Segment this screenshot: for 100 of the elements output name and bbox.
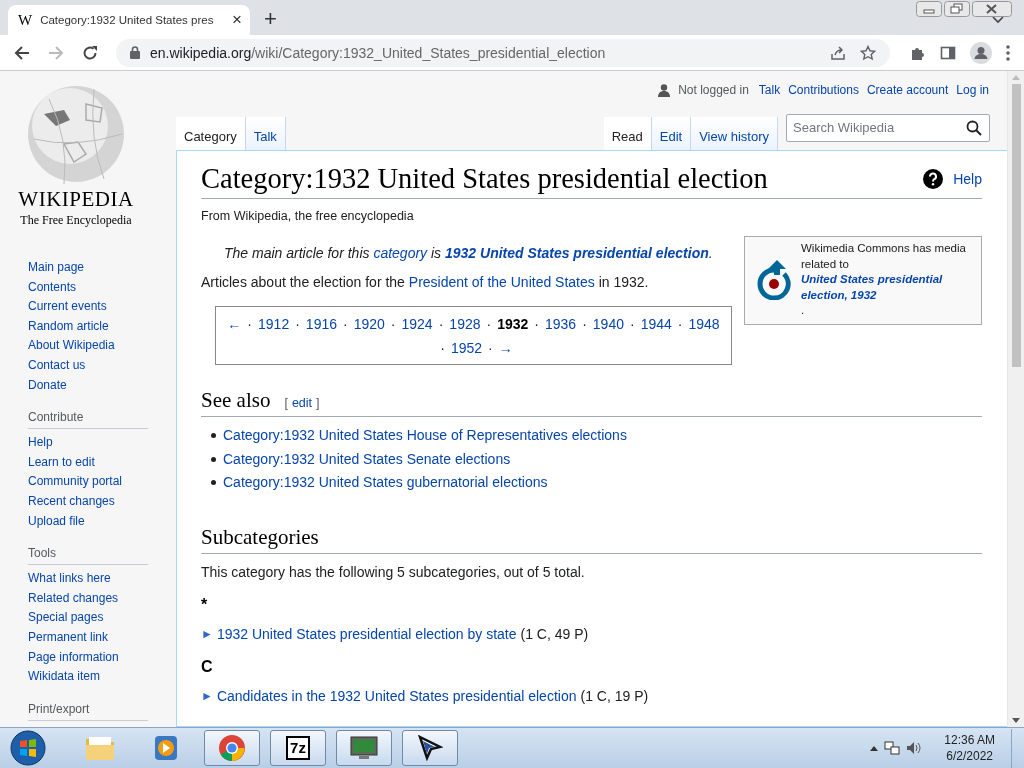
sidebar-link[interactable]: Page information bbox=[28, 647, 176, 668]
close-tab-button[interactable]: × bbox=[232, 10, 242, 30]
separator-dot: · bbox=[343, 315, 348, 334]
menu-icon[interactable] bbox=[1006, 44, 1010, 61]
separator-dot: · bbox=[488, 339, 493, 358]
year-link[interactable]: 1940 bbox=[592, 312, 624, 336]
link[interactable]: President of the United States bbox=[408, 274, 595, 290]
search-field[interactable]: Search Wikipedia bbox=[786, 113, 990, 142]
profile-icon[interactable] bbox=[970, 41, 992, 64]
page-tab[interactable]: Read bbox=[603, 117, 652, 151]
sidebar-icon[interactable] bbox=[940, 44, 956, 61]
separator-dot: · bbox=[440, 339, 445, 358]
chrome-icon bbox=[218, 734, 246, 762]
user-link[interactable]: Contributions bbox=[788, 83, 859, 97]
clock-date[interactable]: 6/2/2022 bbox=[946, 748, 993, 764]
sidebar-link[interactable]: Help bbox=[28, 433, 176, 453]
close-icon[interactable] bbox=[972, 1, 1012, 17]
sidebar-link[interactable]: Contact us bbox=[28, 355, 176, 376]
share-icon[interactable] bbox=[830, 44, 846, 61]
year-link[interactable]: 1936 bbox=[545, 312, 577, 336]
help-link[interactable]: Help bbox=[953, 171, 982, 187]
year-link[interactable]: 1948 bbox=[688, 312, 720, 336]
link[interactable]: 1932 United States presidential election bbox=[445, 245, 709, 261]
user-link[interactable]: Talk bbox=[758, 83, 781, 97]
taskbar-button[interactable] bbox=[336, 730, 392, 766]
scroll-thumb[interactable] bbox=[1011, 84, 1021, 367]
star-icon[interactable] bbox=[860, 44, 876, 61]
sidebar-link[interactable]: Wikidata item bbox=[28, 667, 176, 687]
back-icon[interactable] bbox=[14, 44, 30, 61]
user-link[interactable]: Log in bbox=[956, 83, 989, 97]
browser-tab[interactable]: W Category:1932 United States pres × bbox=[8, 5, 250, 35]
tray-expand-icon[interactable] bbox=[870, 745, 879, 751]
year-link[interactable]: 1924 bbox=[401, 312, 433, 336]
group-letter: * bbox=[201, 595, 209, 614]
page-tab[interactable]: View history bbox=[691, 117, 778, 151]
sidebar-link[interactable]: About Wikipedia bbox=[28, 336, 176, 356]
sidebar-link[interactable]: Recent changes bbox=[28, 491, 176, 512]
taskbar-button[interactable] bbox=[402, 730, 458, 766]
sidebar-link[interactable]: Random article bbox=[28, 316, 176, 337]
page-tab[interactable]: Edit bbox=[651, 117, 692, 151]
year-link[interactable]: ← bbox=[227, 312, 242, 336]
year-link[interactable]: 1944 bbox=[640, 312, 672, 336]
help-icon[interactable] bbox=[923, 169, 944, 189]
sidebar-link[interactable]: What links here bbox=[28, 569, 176, 589]
start-button[interactable] bbox=[10, 730, 46, 766]
sidebar-link[interactable]: Community portal bbox=[28, 472, 176, 492]
subcategory-link[interactable]: 1932 United States presidential election by state bbox=[216, 625, 517, 642]
sidebar-link[interactable]: Contents bbox=[28, 277, 176, 298]
reload-icon[interactable] bbox=[82, 44, 98, 61]
separator-dot: · bbox=[630, 315, 635, 334]
year-link[interactable]: 1932 bbox=[497, 312, 529, 336]
year-link[interactable]: 1928 bbox=[449, 312, 481, 336]
year-link[interactable]: → bbox=[498, 336, 513, 360]
sidebar-link[interactable]: Upload file bbox=[28, 511, 176, 532]
year-link[interactable]: 1920 bbox=[353, 312, 385, 336]
logo-tagline: The Free Encyclopedia bbox=[20, 213, 132, 228]
expand-toggle[interactable]: ► bbox=[201, 688, 213, 703]
user-link[interactable]: Create account bbox=[866, 83, 949, 97]
sidebar-link[interactable]: Related changes bbox=[28, 588, 176, 609]
page-tab[interactable]: Category bbox=[176, 117, 246, 151]
play-icon bbox=[154, 735, 178, 761]
year-link[interactable]: 1952 bbox=[450, 336, 483, 360]
category-link[interactable]: Category:1932 United States gubernatorial elections bbox=[223, 471, 548, 495]
search-icon[interactable] bbox=[966, 119, 982, 136]
sidebar-link[interactable]: Main page bbox=[28, 258, 176, 278]
bracket: ] bbox=[316, 396, 320, 410]
clock-time[interactable]: 12:36 AM bbox=[944, 732, 995, 748]
chevron-down-icon[interactable] bbox=[992, 16, 1004, 24]
volume-icon[interactable] bbox=[906, 740, 923, 756]
bullet bbox=[211, 456, 216, 462]
separator-dot: · bbox=[677, 315, 683, 334]
folder-icon bbox=[85, 735, 115, 761]
scrollbar[interactable] bbox=[1007, 71, 1024, 727]
sidebar-link[interactable]: Learn to edit bbox=[28, 452, 176, 473]
sidebar-link[interactable]: Permanent link bbox=[28, 627, 176, 648]
sidebar-link[interactable]: Donate bbox=[28, 375, 176, 396]
taskbar-button[interactable]: 7z bbox=[270, 730, 326, 766]
edit-link[interactable]: edit bbox=[291, 396, 313, 410]
link[interactable]: category bbox=[373, 245, 428, 261]
sidebar-link[interactable]: Current events bbox=[28, 297, 176, 317]
year-link[interactable]: 1916 bbox=[305, 312, 337, 336]
section-heading: Subcategories bbox=[201, 524, 319, 550]
subcategory-link[interactable]: Candidates in the 1932 United States presidential election bbox=[216, 687, 577, 704]
sidebar-link[interactable]: Special pages bbox=[28, 608, 176, 628]
expand-toggle[interactable]: ► bbox=[201, 626, 213, 641]
restore-icon[interactable] bbox=[944, 1, 970, 17]
network-icon[interactable] bbox=[884, 740, 901, 756]
year-link[interactable]: 1912 bbox=[258, 312, 290, 336]
separator-dot: · bbox=[247, 315, 253, 334]
intro-text: Articles about the election for the President of the United States in 1932. bbox=[201, 273, 650, 292]
scroll-down-icon[interactable] bbox=[1012, 718, 1020, 723]
page-tab[interactable]: Talk bbox=[245, 117, 286, 151]
category-link[interactable]: Category:1932 United States House of Representatives elections bbox=[223, 424, 627, 448]
sidebar-heading: Contribute bbox=[28, 410, 148, 430]
new-tab-button[interactable]: + bbox=[264, 8, 277, 30]
address-bar[interactable]: en.wikipedia.org/wiki/Category:1932_United_States_presidential_election bbox=[116, 38, 890, 67]
separator-dot: · bbox=[582, 315, 587, 334]
link[interactable]: United States presidential election, 1932 bbox=[801, 272, 971, 304]
lock-icon bbox=[130, 46, 140, 59]
category-link[interactable]: Category:1932 United States Senate elections bbox=[223, 447, 511, 471]
